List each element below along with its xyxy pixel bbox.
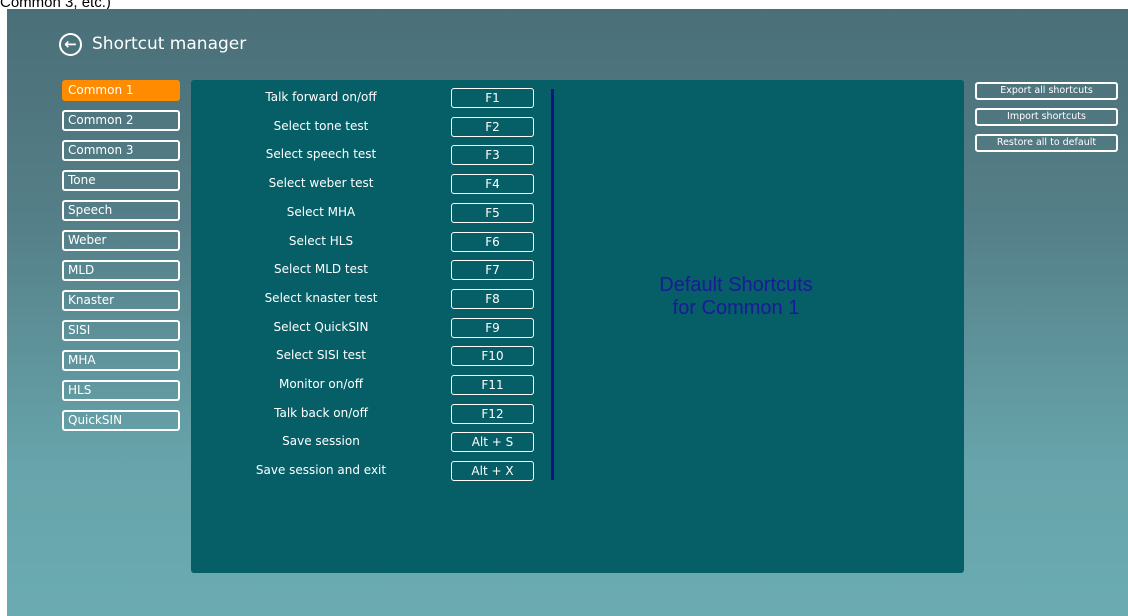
- tab-tone[interactable]: Tone: [62, 170, 180, 191]
- shortcut-row: Select MHA F5: [191, 201, 551, 223]
- tab-common-3[interactable]: Common 3: [62, 140, 180, 161]
- note-line-2: for Common 1: [672, 297, 800, 319]
- app-window: ← Shortcut manager Common 1 Common 2 Commo…: [7, 9, 1128, 616]
- shortcut-action-label: Select weber test: [268, 176, 374, 191]
- shortcut-action-label: Talk back on/off: [274, 405, 368, 420]
- shortcut-action-label: Save session and exit: [255, 463, 387, 478]
- tab-knaster[interactable]: Knaster: [62, 290, 180, 311]
- export-all-shortcuts-button[interactable]: Export all shortcuts: [975, 82, 1118, 100]
- shortcut-row: Select weber test F4: [191, 172, 551, 195]
- shortcut-row: Monitor on/off F11: [191, 373, 551, 395]
- page-title: Shortcut manager: [92, 34, 247, 54]
- shortcut-key-field[interactable]: F10: [451, 346, 534, 367]
- tab-speech[interactable]: Speech: [62, 200, 180, 221]
- panel-divider: [551, 89, 554, 480]
- shortcut-action-label: Select HLS: [288, 233, 354, 248]
- tab-weber[interactable]: Weber: [62, 230, 180, 251]
- arrow-left-circle-icon[interactable]: ←: [59, 32, 82, 56]
- shortcut-row: Select speech test F3: [191, 143, 551, 166]
- shortcut-action-label: Select knaster test: [264, 290, 378, 305]
- shortcut-row: Select QuickSIN F9: [191, 316, 551, 338]
- shortcut-key-field[interactable]: F5: [451, 202, 534, 223]
- shortcut-row: Select tone test F2: [191, 115, 551, 137]
- shortcut-row: Save session and exit Alt + X: [191, 459, 551, 482]
- shortcut-key-field[interactable]: F1: [451, 88, 534, 108]
- shortcut-row: Talk back on/off F12: [191, 402, 551, 424]
- import-shortcuts-button[interactable]: Import shortcuts: [975, 108, 1118, 126]
- shortcut-action-label: Talk forward on/off: [265, 90, 377, 104]
- tab-hls[interactable]: HLS: [62, 380, 180, 401]
- shortcut-key-field[interactable]: F12: [451, 403, 534, 424]
- shortcut-action-label: Select SISI test: [275, 348, 366, 363]
- shortcut-key-field[interactable]: F2: [451, 116, 534, 137]
- action-buttons: Export all shortcuts Import shortcuts Re…: [975, 82, 1120, 160]
- default-shortcuts-note: Default Shortcuts for Common 1: [601, 274, 871, 320]
- shortcut-row: Select HLS F6: [191, 230, 551, 252]
- shortcut-row: Talk forward on/off F1: [191, 86, 551, 108]
- header: ← Shortcut manager: [59, 30, 246, 58]
- shortcut-action-label: Select QuickSIN: [273, 319, 369, 334]
- tab-mha[interactable]: MHA: [62, 350, 180, 371]
- tab-common-1[interactable]: Common 1: [62, 80, 180, 101]
- shortcut-action-label: Monitor on/off: [278, 377, 364, 391]
- tab-common-2[interactable]: Common 2: [62, 110, 180, 131]
- shortcut-row: Save session Alt + S: [191, 430, 551, 453]
- shortcut-action-label: Select MHA: [286, 204, 356, 219]
- shortcut-panel: Talk forward on/off F1 Select tone test F2 S…: [191, 80, 964, 573]
- shortcut-key-field[interactable]: Alt + X: [451, 461, 534, 482]
- restore-all-default-button[interactable]: Restore all to default: [975, 134, 1118, 152]
- shortcut-action-label: Select tone test: [273, 118, 369, 133]
- shortcut-key-field[interactable]: Alt + S: [451, 432, 534, 453]
- shortcut-key-field[interactable]: F7: [451, 260, 534, 281]
- tab-mld[interactable]: MLD: [62, 260, 180, 281]
- shortcut-row: Select SISI test F10: [191, 344, 551, 367]
- shortcut-key-field[interactable]: F3: [451, 145, 534, 166]
- tab-quicksin[interactable]: QuickSIN: [62, 410, 180, 431]
- shortcut-action-label: Save session: [282, 434, 360, 449]
- category-tab-list: Common 1 Common 2 Common 3 Tone Speech Weber M…: [62, 80, 182, 440]
- shortcut-key-field[interactable]: F6: [451, 231, 534, 252]
- shortcut-key-field[interactable]: F9: [451, 317, 534, 338]
- shortcut-action-label: Select MLD test: [274, 262, 368, 277]
- shortcut-key-field[interactable]: F8: [451, 288, 534, 309]
- tab-sisi[interactable]: SISI: [62, 320, 180, 341]
- shortcut-key-field[interactable]: F11: [451, 375, 534, 395]
- shortcut-row: Select knaster test F8: [191, 287, 551, 309]
- shortcut-key-field[interactable]: F4: [451, 174, 534, 195]
- shortcut-action-label: Select speech test: [265, 147, 377, 162]
- note-line-1: Default Shortcuts: [659, 274, 813, 296]
- shortcut-row: Select MLD test F7: [191, 258, 551, 281]
